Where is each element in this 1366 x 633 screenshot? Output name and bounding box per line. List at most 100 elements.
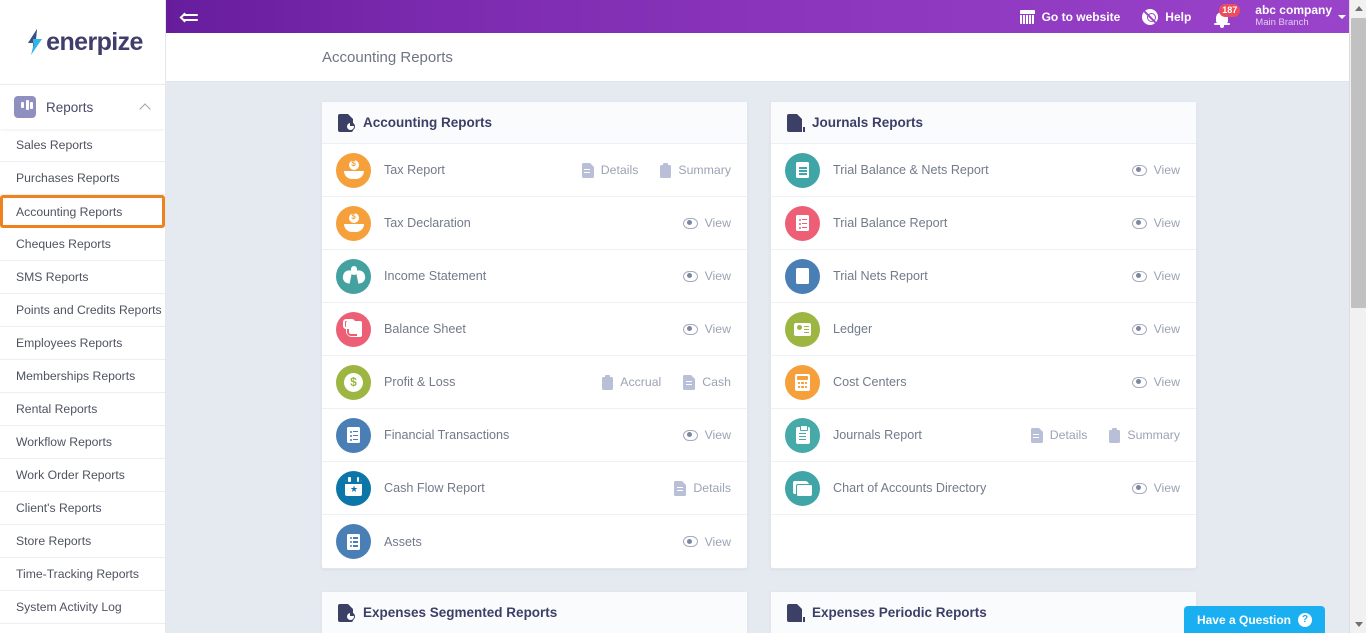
- row-actions: Details Summary: [581, 162, 731, 178]
- bolt-icon: [26, 29, 44, 55]
- sidebar-item-work-order-reports[interactable]: Work Order Reports: [0, 459, 165, 492]
- sidebar-item-purchases-reports[interactable]: Purchases Reports: [0, 162, 165, 195]
- file-icon: [683, 374, 696, 390]
- sidebar-item-employees-reports[interactable]: Employees Reports: [0, 327, 165, 360]
- company-name: abc company: [1255, 3, 1332, 18]
- view-action[interactable]: View: [682, 322, 731, 336]
- report-row-chart-of-accounts-directory[interactable]: Chart of Accounts Directory View: [771, 462, 1196, 515]
- sidebar-item-label: Client's Reports: [16, 501, 102, 515]
- sidebar-item-time-tracking-reports[interactable]: Time-Tracking Reports: [0, 558, 165, 591]
- eye-icon: [682, 429, 698, 441]
- sidebar-item-label: Work Order Reports: [16, 468, 125, 482]
- view-action[interactable]: View: [1131, 375, 1180, 389]
- company-switcher[interactable]: abc company Main Branch: [1255, 3, 1346, 29]
- report-row-tax-report[interactable]: Tax Report Details Summary: [322, 144, 747, 197]
- report-row-balance-sheet[interactable]: Balance Sheet View: [322, 303, 747, 356]
- brand-logo[interactable]: enerpize: [0, 0, 165, 84]
- row-actions: View: [682, 428, 731, 442]
- caret-down-icon[interactable]: [1338, 14, 1346, 19]
- eye-icon: [682, 217, 698, 229]
- scrollbar-thumb[interactable]: [1351, 18, 1366, 308]
- report-row-profit-and-loss[interactable]: $ Profit & Loss Accrual Cash: [322, 356, 747, 409]
- report-row-cash-flow-report[interactable]: ★ Cash Flow Report Details: [322, 462, 747, 515]
- report-row-ledger[interactable]: Ledger View: [771, 303, 1196, 356]
- sidebar-item-sales-reports[interactable]: Sales Reports: [0, 129, 165, 162]
- report-row-cost-centers[interactable]: Cost Centers View: [771, 356, 1196, 409]
- action-label: Summary: [1127, 428, 1180, 442]
- sidebar-item-store-reports[interactable]: Store Reports: [0, 525, 165, 558]
- view-action[interactable]: View: [1131, 481, 1180, 495]
- sidebar-item-label: Memberships Reports: [16, 369, 136, 383]
- cards-grid: Accounting Reports Tax Report Details: [321, 101, 1197, 633]
- sidebar-item-label: System Activity Log: [16, 600, 122, 614]
- report-row-tax-declaration[interactable]: Tax Declaration View: [322, 197, 747, 250]
- cash-action[interactable]: Cash: [683, 374, 731, 390]
- storefront-icon: [1019, 9, 1035, 24]
- details-action[interactable]: Details: [1030, 427, 1087, 443]
- accrual-action[interactable]: Accrual: [602, 374, 661, 390]
- report-row-income-statement[interactable]: Income Statement View: [322, 250, 747, 303]
- sidebar-item-label: Time-Tracking Reports: [16, 567, 140, 581]
- go-to-website-button[interactable]: Go to website: [1019, 9, 1120, 24]
- view-action[interactable]: View: [1131, 269, 1180, 283]
- report-row-trial-balance-report[interactable]: Trial Balance Report View: [771, 197, 1196, 250]
- view-action[interactable]: View: [682, 216, 731, 230]
- details-action[interactable]: Details: [581, 162, 638, 178]
- report-row-financial-transactions[interactable]: Financial Transactions View: [322, 409, 747, 462]
- view-action[interactable]: View: [682, 428, 731, 442]
- row-actions: View: [1131, 322, 1180, 336]
- view-action[interactable]: View: [682, 535, 731, 549]
- report-label: Tax Declaration: [384, 216, 471, 230]
- report-label: Trial Balance Report: [833, 216, 948, 230]
- card-title: Expenses Segmented Reports: [363, 605, 558, 620]
- view-action[interactable]: View: [1131, 163, 1180, 177]
- scroll-down-arrow-icon[interactable]: [1350, 616, 1366, 633]
- sidebar-item-label: Employees Reports: [16, 336, 123, 350]
- sidebar-item-accounting-reports[interactable]: Accounting Reports: [0, 195, 165, 228]
- sidebar-item-system-activity-log[interactable]: System Activity Log: [0, 591, 165, 624]
- sidebar-item-sms-reports[interactable]: SMS Reports: [0, 261, 165, 294]
- sidebar-item-points-and-credits-reports[interactable]: Points and Credits Reports: [0, 294, 165, 327]
- page-scrollbar[interactable]: [1349, 0, 1366, 633]
- report-row-journals-report[interactable]: Journals Report Details Summary: [771, 409, 1196, 462]
- notifications-button[interactable]: 187: [1213, 3, 1241, 28]
- eye-icon: [1131, 270, 1147, 282]
- eye-icon: [682, 323, 698, 335]
- chevron-up-icon[interactable]: [141, 102, 151, 112]
- clipboard-icon: [1109, 427, 1121, 443]
- report-label: Trial Nets Report: [833, 269, 928, 283]
- topbar-actions: Go to website Help 187 abc company Main …: [1019, 3, 1346, 29]
- report-row-trial-balance-and-nets-report[interactable]: Trial Balance & Nets Report View: [771, 144, 1196, 197]
- sidebar-item-label: Cheques Reports: [16, 237, 111, 251]
- sidebar-item-memberships-reports[interactable]: Memberships Reports: [0, 360, 165, 393]
- content-area: Accounting Reports Tax Report Details: [166, 82, 1366, 633]
- right-column: Journals Reports Trial Balance & Nets Re…: [770, 101, 1197, 633]
- sidebar-section-reports[interactable]: Reports: [0, 85, 165, 129]
- report-row-assets[interactable]: Assets View: [322, 515, 747, 568]
- calculator-icon: [785, 364, 820, 400]
- sidebar-item-rental-reports[interactable]: Rental Reports: [0, 393, 165, 426]
- scroll-up-arrow-icon[interactable]: [1350, 0, 1366, 17]
- summary-action[interactable]: Summary: [1109, 427, 1180, 443]
- sidebar-item-clients-reports[interactable]: Client's Reports: [0, 492, 165, 525]
- action-label: View: [704, 322, 731, 336]
- view-action[interactable]: View: [1131, 216, 1180, 230]
- document-pie-icon: [338, 113, 355, 132]
- eye-icon: [1131, 376, 1147, 388]
- details-action[interactable]: Details: [674, 480, 731, 496]
- action-label: Details: [693, 481, 731, 495]
- card-header: Expenses Periodic Reports: [771, 592, 1196, 633]
- view-action[interactable]: View: [682, 269, 731, 283]
- report-row-trial-nets-report[interactable]: Trial Nets Report View: [771, 250, 1196, 303]
- collapse-sidebar-icon[interactable]: [178, 10, 200, 24]
- file-icon: [1030, 427, 1043, 443]
- help-button[interactable]: Help: [1142, 8, 1191, 25]
- have-a-question-button[interactable]: Have a Question ?: [1183, 606, 1325, 633]
- sidebar-item-cheques-reports[interactable]: Cheques Reports: [0, 228, 165, 261]
- sidebar-item-workflow-reports[interactable]: Workflow Reports: [0, 426, 165, 459]
- journals-card-filler: [771, 515, 1196, 568]
- view-action[interactable]: View: [1131, 322, 1180, 336]
- chat-label: Have a Question: [1196, 612, 1291, 627]
- summary-action[interactable]: Summary: [660, 162, 731, 178]
- lifebuoy-icon: [1142, 8, 1159, 25]
